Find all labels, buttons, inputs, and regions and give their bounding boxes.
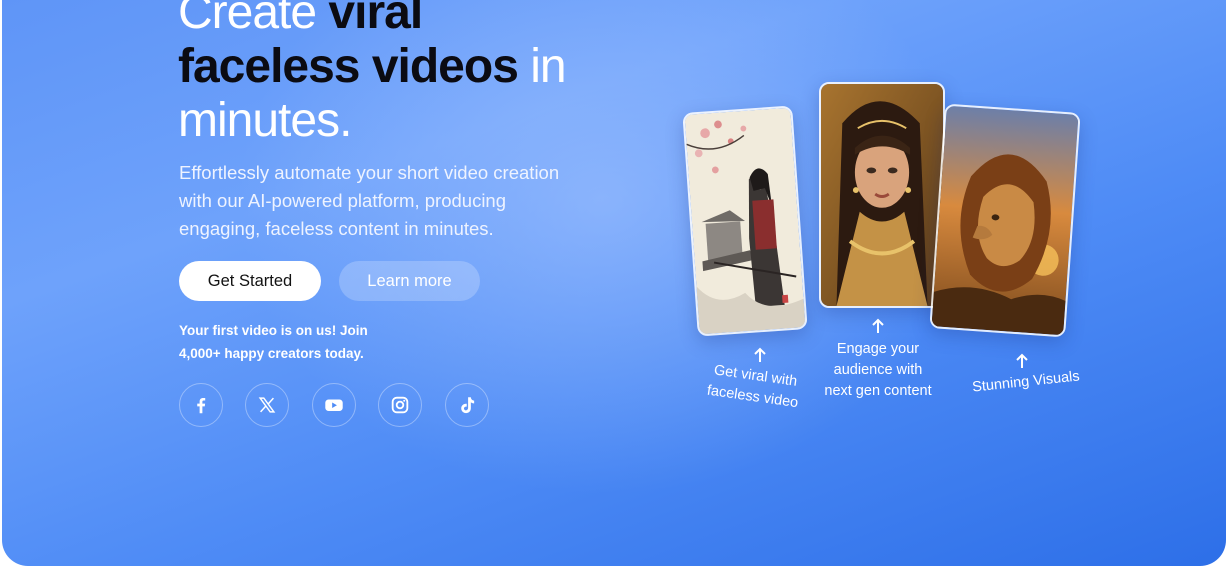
learn-more-button[interactable]: Learn more xyxy=(339,261,480,301)
instagram-link[interactable] xyxy=(378,383,422,427)
headline-create: Create xyxy=(178,0,329,39)
facebook-link[interactable] xyxy=(179,383,223,427)
caption-viral: Get viral with faceless video xyxy=(696,358,813,415)
get-started-button[interactable]: Get Started xyxy=(179,261,321,301)
tiktok-icon xyxy=(456,394,478,416)
arrow-up-icon xyxy=(872,318,884,333)
arrow-up-icon xyxy=(1016,353,1028,368)
headline-faceless-videos: faceless videos xyxy=(178,40,519,93)
arrow-up-icon xyxy=(754,347,766,362)
headline-viral: viral xyxy=(328,0,423,39)
lion-image xyxy=(929,103,1081,338)
caption-engage: Engage your audience with next gen conte… xyxy=(814,339,942,402)
instagram-icon xyxy=(389,394,411,416)
woman-portrait-image xyxy=(819,82,945,308)
headline-minutes: minutes. xyxy=(178,94,352,147)
hero-section: Create viral faceless videos in minutes.… xyxy=(2,0,1226,566)
note-line: Your first video is on us! Join xyxy=(179,323,368,338)
subtitle-line: with our AI-powered platform, producing xyxy=(179,190,507,211)
free-video-note: Your first video is on us! Join 4,000+ h… xyxy=(179,319,419,365)
note-line: 4,000+ happy creators today. xyxy=(179,346,364,361)
caption-line: Engage your xyxy=(836,341,920,357)
youtube-icon xyxy=(323,394,345,416)
subtitle-line: Effortlessly automate your short video c… xyxy=(179,162,560,183)
tiktok-link[interactable] xyxy=(445,383,489,427)
hero-subtitle: Effortlessly automate your short video c… xyxy=(179,159,629,243)
facebook-icon xyxy=(190,394,212,416)
caption-visuals: Stunning Visuals xyxy=(959,365,1092,400)
caption-line: Stunning Visuals xyxy=(971,368,1081,396)
caption-line: next gen content xyxy=(824,383,932,399)
headline-in: in xyxy=(517,40,566,93)
youtube-link[interactable] xyxy=(312,383,356,427)
caption-line: audience with xyxy=(833,362,923,378)
subtitle-line: engaging, faceless content in minutes. xyxy=(179,218,494,239)
x-link[interactable] xyxy=(245,383,289,427)
x-icon xyxy=(256,394,278,416)
samurai-image xyxy=(682,105,808,337)
hero-headline: Create viral faceless videos in minutes. xyxy=(178,0,567,148)
